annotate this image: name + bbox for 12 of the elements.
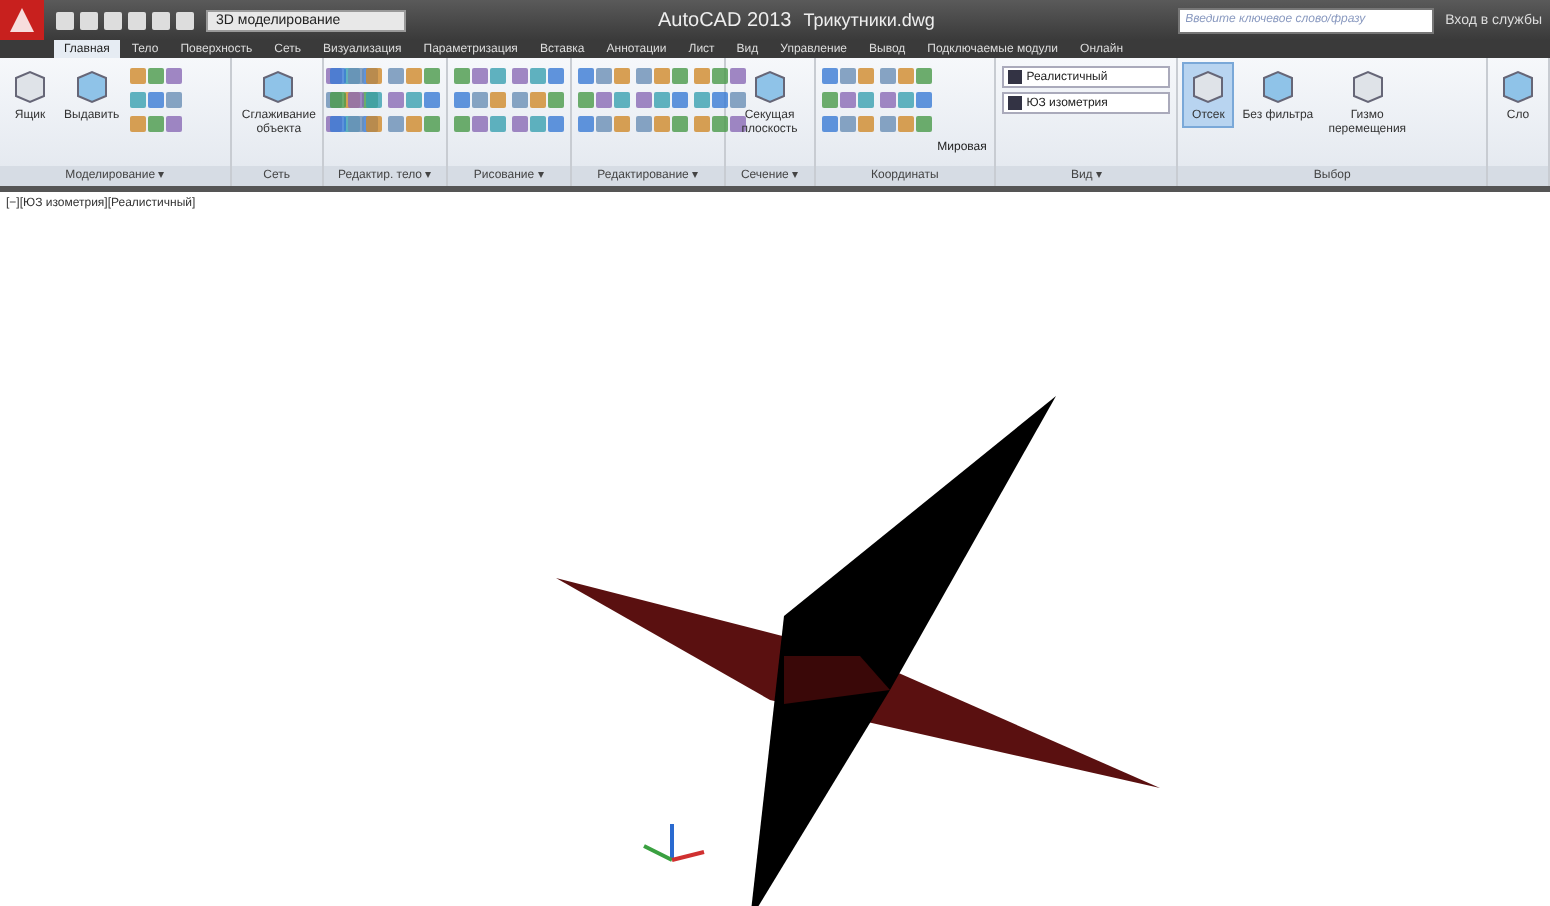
app-title: AutoCAD 2013 [658,9,792,31]
tool-icon [10,66,50,106]
ucs-icon [643,824,705,862]
tool-icon [71,66,112,106]
panel-footer [1488,166,1548,186]
tool-icon [258,66,299,106]
tool-icon [749,66,790,106]
file-name: Трикутники.dwg [803,10,935,30]
tool-icon [1498,66,1538,106]
tool-icon [1188,66,1229,106]
tool-icon [1347,66,1388,106]
tool-icon [1257,66,1298,106]
